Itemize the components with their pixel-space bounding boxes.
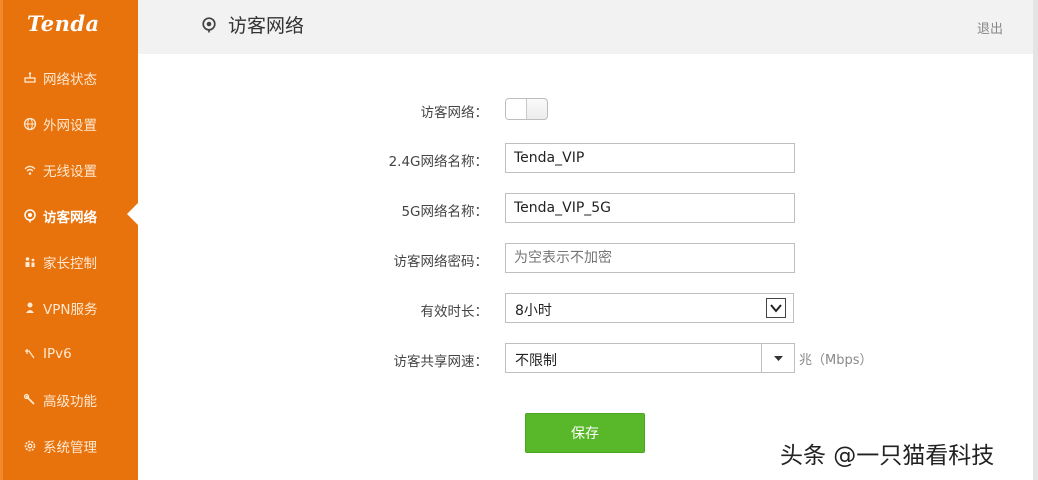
sidebar-item-label: VPN服务 xyxy=(43,302,98,318)
speed-combobox[interactable]: 不限制 xyxy=(505,343,795,373)
vpn-icon xyxy=(23,301,37,315)
ssid-5g-input[interactable] xyxy=(505,193,795,223)
sidebar-item-label: IPv6 xyxy=(43,346,72,362)
watermark: 头条 @一只猫看科技 xyxy=(780,443,995,469)
page-title: 访客网络 xyxy=(228,15,305,37)
speed-value: 不限制 xyxy=(515,353,557,369)
save-button[interactable]: 保存 xyxy=(525,413,645,453)
sidebar-item-label: 高级功能 xyxy=(43,394,97,410)
dropdown-button[interactable] xyxy=(761,344,794,372)
sidebar-item-wan-settings[interactable]: 外网设置 xyxy=(23,112,141,136)
guest-network-icon xyxy=(23,209,37,223)
gear-icon xyxy=(23,439,37,453)
globe-icon xyxy=(23,117,37,131)
page-header: 访客网络 退出 xyxy=(138,0,1033,54)
wifi-icon xyxy=(23,163,37,177)
toggle-knob xyxy=(506,99,527,119)
sidebar-item-label: 无线设置 xyxy=(43,164,97,180)
sidebar-item-ipv6[interactable]: IPv6 xyxy=(23,342,141,366)
logout-link[interactable]: 退出 xyxy=(977,18,1003,37)
sidebar: Tenda 网络状态 外网设置 无线设置 访客网络 家长控制 VPN服务 IPv… xyxy=(0,0,138,480)
sidebar-item-network-status[interactable]: 网络状态 xyxy=(23,66,141,90)
network-status-icon xyxy=(23,71,37,85)
sidebar-item-label: 外网设置 xyxy=(43,118,97,134)
chevron-down-icon[interactable] xyxy=(766,298,786,318)
sidebar-item-wireless-settings[interactable]: 无线设置 xyxy=(23,158,141,182)
ssid-5g-label: 5G网络名称： xyxy=(401,204,488,220)
active-indicator xyxy=(127,203,138,225)
ssid-24g-input[interactable] xyxy=(505,143,795,173)
password-label: 访客网络密码： xyxy=(393,254,489,270)
sidebar-item-label: 访客网络 xyxy=(43,210,97,226)
sidebar-item-advanced[interactable]: 高级功能 xyxy=(23,388,141,412)
ipv6-icon xyxy=(23,347,37,361)
guest-network-label: 访客网络： xyxy=(420,105,489,121)
duration-select[interactable]: 8小时 xyxy=(505,293,794,323)
sidebar-item-guest-network[interactable]: 访客网络 xyxy=(23,204,141,228)
tenda-logo: Tenda xyxy=(27,11,100,36)
speed-unit: 兆（Mbps） xyxy=(799,353,873,368)
scrollbar-track xyxy=(1033,0,1038,480)
duration-value: 8小时 xyxy=(515,303,552,319)
sidebar-item-label: 家长控制 xyxy=(43,256,97,272)
guest-network-toggle[interactable] xyxy=(505,98,548,120)
caret-down-icon xyxy=(774,356,783,361)
ssid-24g-label: 2.4G网络名称： xyxy=(388,154,488,170)
password-input[interactable] xyxy=(505,243,795,273)
guest-network-icon xyxy=(201,17,217,33)
parental-control-icon xyxy=(23,255,37,269)
speed-label: 访客共享网速： xyxy=(393,354,489,370)
main-content: 访客网络： 2.4G网络名称： 5G网络名称： 访客网络密码： 有效时长： 8小… xyxy=(138,54,1033,480)
sidebar-item-system[interactable]: 系统管理 xyxy=(23,434,141,458)
sidebar-item-parental-control[interactable]: 家长控制 xyxy=(23,250,141,274)
wrench-icon xyxy=(23,393,37,407)
sidebar-item-label: 系统管理 xyxy=(43,440,97,456)
duration-label: 有效时长： xyxy=(420,304,489,320)
sidebar-item-label: 网络状态 xyxy=(43,72,97,88)
sidebar-item-vpn[interactable]: VPN服务 xyxy=(23,296,141,320)
